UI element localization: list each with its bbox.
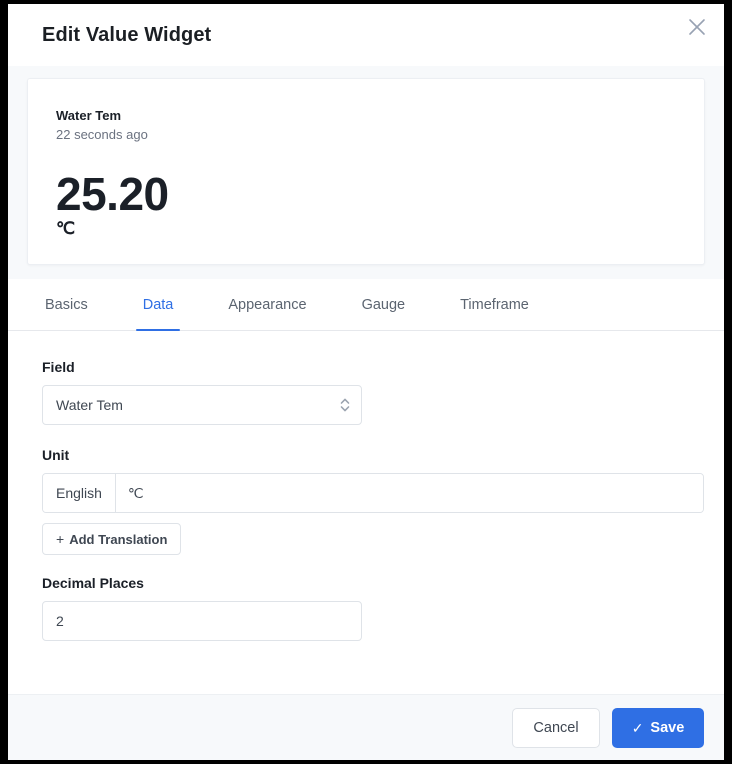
cancel-button[interactable]: Cancel <box>512 707 600 748</box>
save-button[interactable]: ✓ Save <box>612 707 704 748</box>
plus-icon: + <box>56 531 65 547</box>
check-icon: ✓ <box>631 719 644 736</box>
data-tab-panel: Field Water Tem Unit English ℃ + Add Tra… <box>8 331 724 694</box>
dialog-header: Edit Value Widget <box>8 4 724 66</box>
unit-input[interactable] <box>115 474 703 512</box>
preview-widget-title: Water Tem <box>56 108 122 123</box>
settings-tab-bar: Basics Data Appearance Gauge Timeframe <box>8 279 724 331</box>
save-button-label: Save <box>650 719 685 736</box>
unit-input-row: English <box>42 473 704 513</box>
screen-backdrop: Edit Value Widget Water Tem 22 seconds a… <box>0 0 732 764</box>
close-icon <box>688 18 706 36</box>
tab-basics[interactable]: Basics <box>42 279 91 330</box>
preview-timestamp: 22 seconds ago <box>56 127 148 142</box>
field-group-field: Field Water Tem <box>42 359 690 425</box>
field-select-value: Water Tem <box>56 397 123 413</box>
add-translation-label: Add Translation <box>69 531 168 547</box>
widget-preview-card: Water Tem 22 seconds ago 25.20 ℃ <box>27 78 705 265</box>
field-select-wrapper: Water Tem <box>42 385 362 425</box>
dialog-footer: Cancel ✓ Save <box>8 694 724 760</box>
tab-data[interactable]: Data <box>135 279 180 331</box>
close-button[interactable] <box>680 10 714 44</box>
preview-unit: ℃ <box>56 219 76 238</box>
tab-gauge[interactable]: Gauge <box>359 279 409 330</box>
field-select[interactable]: Water Tem <box>42 385 362 425</box>
decimal-places-input[interactable] <box>42 601 362 641</box>
tab-appearance[interactable]: Appearance <box>225 279 309 330</box>
tab-timeframe[interactable]: Timeframe <box>457 279 532 330</box>
field-label: Field <box>42 359 75 375</box>
unit-language-label: English <box>43 474 116 512</box>
edit-value-widget-dialog: Edit Value Widget Water Tem 22 seconds a… <box>8 4 724 760</box>
preview-value: 25.20 <box>56 168 169 220</box>
page-title: Edit Value Widget <box>42 23 212 46</box>
add-translation-button[interactable]: + Add Translation <box>42 523 182 555</box>
decimal-places-label: Decimal Places <box>42 575 144 591</box>
widget-preview-area: Water Tem 22 seconds ago 25.20 ℃ <box>8 66 724 279</box>
field-group-decimal-places: Decimal Places <box>42 575 690 641</box>
field-group-unit: Unit English + Add Translation <box>42 447 704 555</box>
unit-label: Unit <box>42 447 70 463</box>
